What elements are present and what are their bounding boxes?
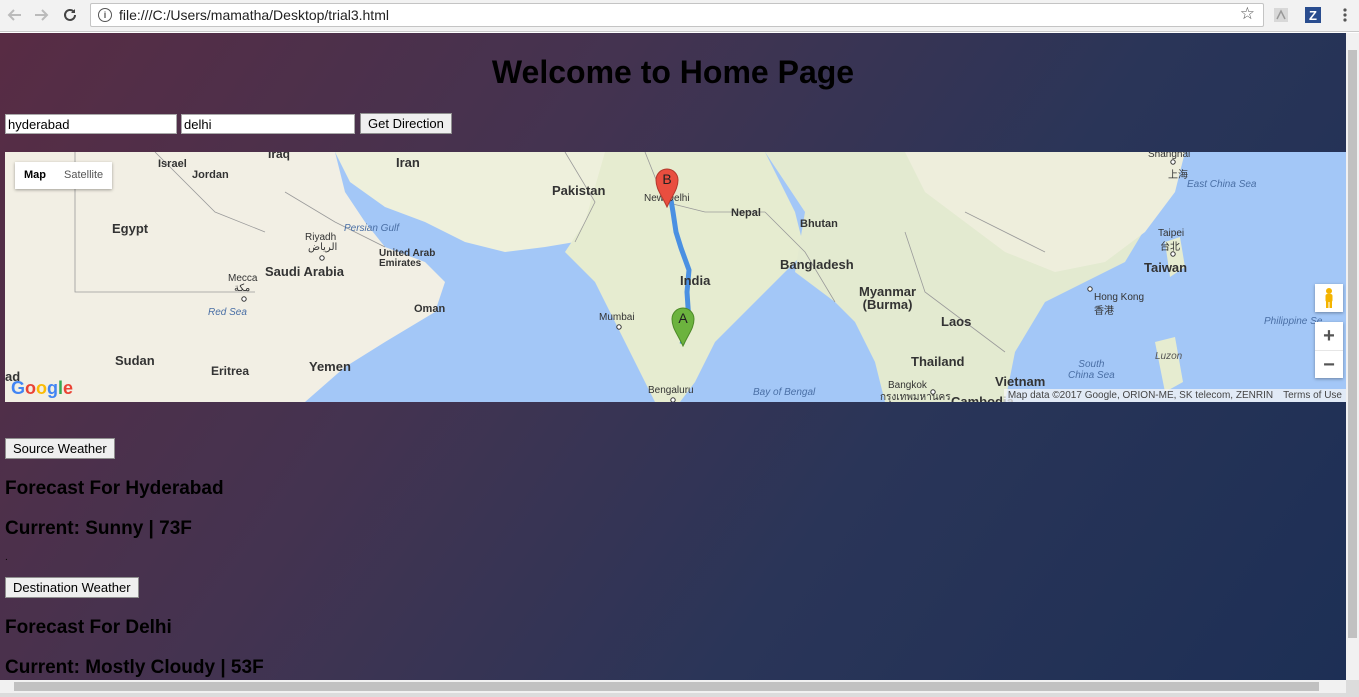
map-label-hong-kong-local: 香港 <box>1094 306 1114 317</box>
pegman-icon <box>1325 288 1333 308</box>
map-label-philippine-sea: Philippine Se <box>1264 316 1323 327</box>
map-label-yemen: Yemen <box>309 359 351 374</box>
get-direction-button[interactable]: Get Direction <box>360 113 452 134</box>
reload-button[interactable] <box>59 4 81 26</box>
destination-weather-button[interactable]: Destination Weather <box>5 577 139 598</box>
map-label-taipei-local: 台北 <box>1160 242 1180 253</box>
map-label-riyadh-local: الرياض <box>308 242 338 253</box>
arrow-left-icon <box>7 9 21 21</box>
marker-a-label: A <box>678 310 688 326</box>
vertical-scrollbar[interactable] <box>1346 33 1359 680</box>
map-label-bay-of-bengal: Bay of Bengal <box>753 387 816 398</box>
map-label-oman: Oman <box>414 303 446 315</box>
page-title: Welcome to Home Page <box>491 54 855 90</box>
map-label-israel: Israel <box>158 158 187 170</box>
window-bottom-edge <box>0 693 1359 697</box>
svg-text:Z: Z <box>1309 8 1317 23</box>
map-label-bangkok-local: กรุงเทพมหานคร <box>880 392 951 402</box>
zoom-out-button[interactable]: − <box>1315 351 1343 379</box>
marker-b-label: B <box>662 171 672 187</box>
map-label-south-china-sea: South China Sea <box>1068 359 1115 381</box>
zoom-in-button[interactable]: + <box>1315 322 1343 351</box>
map-label-jordan: Jordan <box>192 169 229 181</box>
kebab-menu-icon[interactable] <box>1336 6 1354 24</box>
scrollbar-corner <box>1346 680 1359 693</box>
map-label-shanghai: Shanghai <box>1148 152 1191 160</box>
separator-dot: . <box>5 552 8 563</box>
source-forecast-heading: Forecast For Hyderabad <box>5 478 224 499</box>
horizontal-scrollbar[interactable] <box>0 680 1346 693</box>
destination-forecast-heading: Forecast For Delhi <box>5 617 172 638</box>
map-type-map-button[interactable]: Map <box>15 162 55 189</box>
arrow-right-icon <box>35 9 49 21</box>
map-label-sudan: Sudan <box>115 353 155 368</box>
map-label-bhutan: Bhutan <box>800 218 838 230</box>
map-label-vietnam: Vietnam <box>995 374 1046 389</box>
map-attribution: Map data ©2017 Google, ORION-ME, SK tele… <box>1003 389 1346 402</box>
destination-current-weather: Current: Mostly Cloudy | 53F <box>5 657 264 678</box>
map-label-thailand: Thailand <box>911 354 965 369</box>
map-label-east-china-sea: East China Sea <box>1187 179 1257 190</box>
map-label-mumbai: Mumbai <box>599 312 635 323</box>
source-input[interactable] <box>5 114 177 134</box>
map-label-mecca-local: مكة <box>234 283 251 294</box>
url-text: file:///C:/Users/mamatha/Desktop/trial3.… <box>119 7 389 23</box>
marker-a[interactable]: A <box>671 307 695 348</box>
map-view[interactable]: Israel Iraq Iran Jordan Pakistan New Del… <box>5 152 1346 402</box>
map-label-eritrea: Eritrea <box>211 364 250 378</box>
map-label-nepal: Nepal <box>731 207 761 219</box>
forward-button[interactable] <box>30 4 52 26</box>
address-bar[interactable]: i file:///C:/Users/mamatha/Desktop/trial… <box>90 3 1264 27</box>
map-label-persian-gulf: Persian Gulf <box>344 223 400 234</box>
horizontal-scroll-thumb[interactable] <box>14 682 1319 691</box>
vertical-scroll-thumb[interactable] <box>1348 50 1357 638</box>
source-weather-button[interactable]: Source Weather <box>5 438 115 459</box>
back-button[interactable] <box>4 4 26 26</box>
map-label-laos: Laos <box>941 314 972 329</box>
map-label-egypt: Egypt <box>112 221 149 236</box>
star-icon[interactable]: ☆ <box>1240 4 1255 24</box>
zoom-control: + − <box>1315 322 1343 378</box>
browser-toolbar: i file:///C:/Users/mamatha/Desktop/trial… <box>0 0 1359 32</box>
pegman-button[interactable] <box>1315 284 1343 312</box>
map-label-shanghai-local: 上海 <box>1168 170 1188 181</box>
map-label-uae: United Arab Emirates <box>379 248 436 269</box>
pdf-extension-icon[interactable] <box>1272 6 1290 24</box>
map-label-red-sea: Red Sea <box>208 307 247 318</box>
marker-b[interactable]: B <box>655 168 679 209</box>
map-type-control: Map Satellite <box>15 162 113 189</box>
reload-icon <box>64 8 76 21</box>
terms-of-use-link[interactable]: Terms of Use <box>1283 390 1342 401</box>
map-data-credit: Map data ©2017 Google, ORION-ME, SK tele… <box>1007 390 1274 401</box>
map-label-taiwan: Taiwan <box>1144 260 1188 275</box>
z-extension-icon[interactable]: Z <box>1304 6 1322 24</box>
map-label-iraq: Iraq <box>268 152 291 161</box>
map-label-iran: Iran <box>396 155 420 170</box>
map-label-saudi-arabia: Saudi Arabia <box>265 264 344 279</box>
map-label-india: India <box>680 273 711 288</box>
map-label-bengaluru: Bengaluru <box>648 385 694 396</box>
info-icon[interactable]: i <box>98 8 112 22</box>
map-label-myanmar: Myanmar (Burma) <box>859 284 917 312</box>
map-label-pakistan: Pakistan <box>552 183 606 198</box>
page-body: Welcome to Home Page Get Direction <box>0 33 1346 680</box>
map-label-bangladesh: Bangladesh <box>780 257 854 272</box>
google-logo[interactable]: Google <box>11 378 73 399</box>
source-current-weather: Current: Sunny | 73F <box>5 518 192 539</box>
destination-input[interactable] <box>181 114 355 134</box>
map-type-satellite-button[interactable]: Satellite <box>55 162 112 189</box>
map-label-luzon: Luzon <box>1155 351 1183 362</box>
